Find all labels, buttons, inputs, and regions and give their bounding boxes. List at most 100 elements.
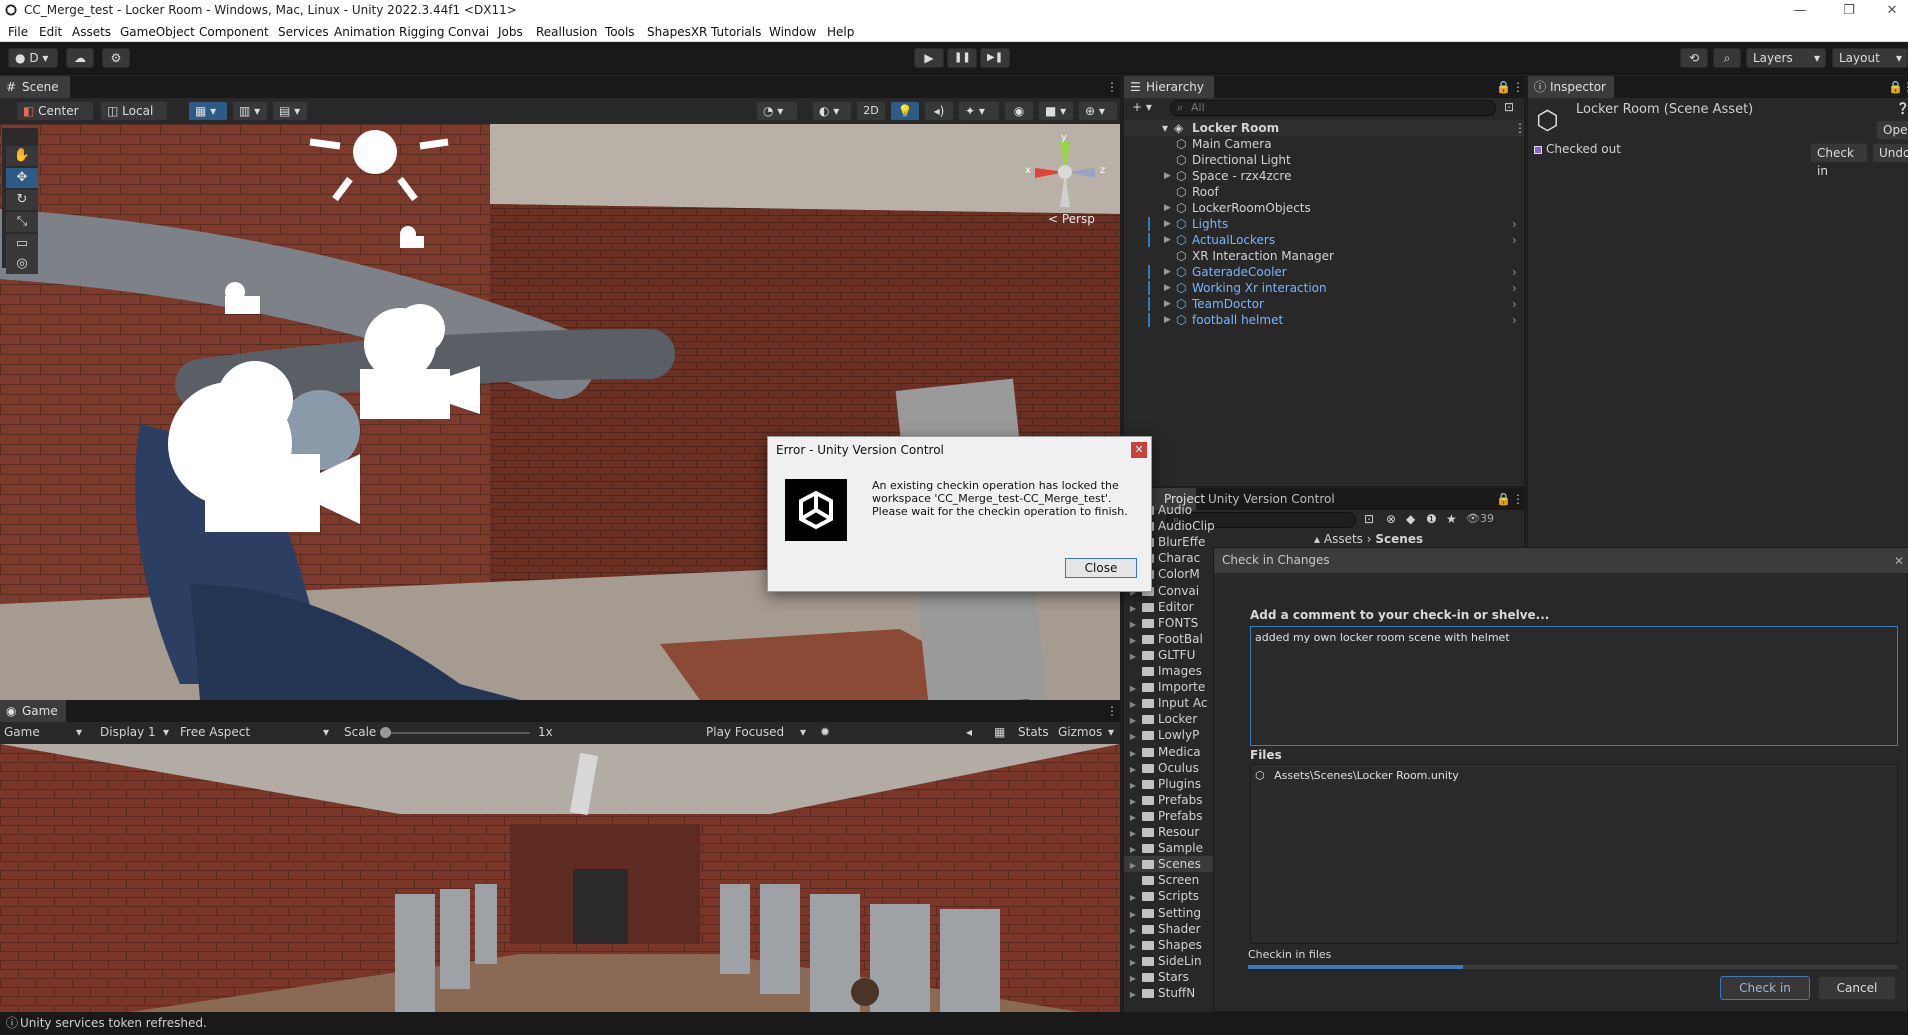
history-button[interactable]: ⟲	[1680, 48, 1708, 68]
scene-search-icon[interactable]: ⊡	[1504, 100, 1514, 114]
checkin-button[interactable]: Check in	[1720, 976, 1810, 1000]
gizmos-scene-button[interactable]: ⊕ ▾	[1078, 101, 1118, 121]
expand-arrow-icon[interactable]: ▶	[1124, 939, 1142, 953]
grid-icon[interactable]: ▦	[994, 725, 1005, 739]
expand-arrow-icon[interactable]: ▶	[1124, 794, 1142, 808]
expand-arrow-icon[interactable]: ▶	[1124, 923, 1142, 937]
expand-arrow-icon[interactable]: ▶	[1164, 312, 1171, 328]
chevron-right-icon[interactable]: ›	[1512, 296, 1517, 312]
bug-icon[interactable]: ✹	[820, 725, 830, 739]
hierarchy-item[interactable]: ⬡ Directional Light	[1124, 152, 1524, 168]
project-folder-item[interactable]: ▶ Editor	[1124, 599, 1214, 615]
hierarchy-item[interactable]: ⬡ XR Interaction Manager	[1124, 248, 1524, 264]
scale-slider[interactable]	[380, 727, 530, 738]
hand-tool-icon[interactable]: ✋	[6, 146, 38, 166]
move-tool-icon[interactable]: ✥	[6, 168, 38, 188]
expand-arrow-icon[interactable]: ▶	[1124, 907, 1142, 921]
hierarchy-item[interactable]: ▶ ⬡ Space - rzx4zcre	[1124, 168, 1524, 184]
expand-arrow-icon[interactable]: ▶	[1164, 264, 1171, 280]
project-folder-item[interactable]: ▶ Shapes	[1124, 937, 1214, 953]
step-button[interactable]: ▶❚	[980, 48, 1010, 68]
kebab-menu-icon[interactable]: ⋮	[1512, 80, 1524, 94]
grid-plane-button[interactable]: ▤ ▾	[272, 101, 308, 121]
expand-arrow-icon[interactable]: ▶	[1124, 729, 1142, 743]
hierarchy-item[interactable]: ▶ ⬡ LockerRoomObjects	[1124, 200, 1524, 216]
project-folder-item[interactable]: ▶ Prefabs	[1124, 792, 1214, 808]
tab-game[interactable]: ◉ Game	[0, 700, 66, 722]
audio-mute-icon[interactable]: ◂	[966, 725, 972, 739]
kebab-menu-icon[interactable]: ⋮	[1512, 492, 1524, 506]
cloud-button[interactable]: ☁	[66, 48, 94, 68]
game-mode-dropdown[interactable]: Game	[4, 725, 40, 739]
project-folder-item[interactable]: ▶ Stars	[1124, 969, 1214, 985]
kebab-menu-icon[interactable]: ⋮	[1106, 80, 1118, 94]
hierarchy-item[interactable]: ▶ ⬡ football helmet ›	[1124, 312, 1524, 328]
expand-arrow-icon[interactable]: ▶	[1124, 955, 1142, 969]
menu-animation-rigging[interactable]: Animation Rigging	[334, 25, 444, 39]
project-folder-item[interactable]: ▶ Resour	[1124, 824, 1214, 840]
audio-toggle[interactable]: ◂)	[924, 101, 954, 121]
project-folder-item[interactable]: ▶ Oculus	[1124, 760, 1214, 776]
toggle-2d-button[interactable]: 2D	[856, 101, 886, 121]
projection-label[interactable]: < Persp	[1048, 212, 1095, 226]
search-button[interactable]: ⌕	[1713, 48, 1741, 68]
expand-arrow-icon[interactable]: ▶	[1124, 971, 1142, 985]
project-folder-item[interactable]: ▶ FootBal	[1124, 631, 1214, 647]
project-folder-item[interactable]: Images	[1124, 663, 1214, 679]
project-folder-item[interactable]: ▶ FONTS	[1124, 615, 1214, 631]
close-window-button[interactable]: ✕	[1872, 1, 1908, 21]
expand-arrow-icon[interactable]: ▶	[1124, 649, 1142, 663]
star-icon[interactable]: ★	[1446, 512, 1457, 526]
display-dropdown[interactable]: Display 1	[100, 725, 156, 739]
menu-file[interactable]: File	[8, 25, 28, 39]
expand-arrow-icon[interactable]: ▶	[1164, 280, 1171, 296]
camera-settings-button[interactable]: ■ ▾	[1038, 101, 1074, 121]
effects-dropdown[interactable]: ✦ ▾	[958, 101, 1000, 121]
tab-scene[interactable]: # Scene	[0, 76, 70, 98]
breadcrumb-scenes[interactable]: Scenes	[1375, 532, 1423, 546]
project-folder-item[interactable]: ▶ Scripts	[1124, 888, 1214, 904]
kebab-menu-icon[interactable]: ⋮	[1902, 80, 1908, 94]
project-folder-item[interactable]: ▶ GLTFU	[1124, 647, 1214, 663]
layout-dropdown[interactable]: Layout ▾	[1832, 48, 1908, 68]
search-by-label-icon[interactable]: ⊗	[1386, 512, 1396, 526]
stats-button[interactable]: Stats	[1018, 725, 1049, 739]
tab-unity-version-control[interactable]: Unity Version Control	[1200, 488, 1360, 510]
scale-tool-icon[interactable]: ⤡	[6, 212, 38, 232]
project-folder-item[interactable]: ▶ Input Ac	[1124, 695, 1214, 711]
maximize-button[interactable]: ❐	[1829, 1, 1869, 21]
expand-arrow-icon[interactable]: ▶	[1124, 762, 1142, 776]
hierarchy-root-row[interactable]: ▾ ◈ Locker Room ⋮	[1124, 120, 1526, 136]
tag-icon[interactable]: ◆	[1406, 512, 1415, 526]
error-close-button[interactable]: Close	[1065, 558, 1137, 578]
menu-services[interactable]: Services	[278, 25, 329, 39]
shading-button[interactable]: ◐ ▾	[812, 101, 852, 121]
chevron-right-icon[interactable]: ›	[1512, 264, 1517, 280]
expand-arrow-icon[interactable]: ▶	[1124, 617, 1142, 631]
hierarchy-search-input[interactable]: ⌕ All	[1170, 100, 1496, 116]
menu-reallusion[interactable]: Reallusion	[536, 25, 597, 39]
expand-arrow-icon[interactable]: ▶	[1124, 778, 1142, 792]
hierarchy-item[interactable]: ▶ ⬡ ActualLockers ›	[1124, 232, 1524, 248]
snap-increment-button[interactable]: ▥ ▾	[232, 101, 268, 121]
inspector-checkin-button[interactable]: Check in	[1810, 143, 1868, 178]
expand-arrow-icon[interactable]: ▶	[1124, 826, 1142, 840]
chevron-right-icon[interactable]: ›	[1512, 216, 1517, 232]
expand-arrow-icon[interactable]: ▾	[1162, 120, 1168, 136]
expand-arrow-icon[interactable]: ▶	[1164, 296, 1171, 312]
menu-jobs[interactable]: Jobs	[498, 25, 523, 39]
layers-dropdown[interactable]: Layers ▾	[1746, 48, 1826, 68]
expand-arrow-icon[interactable]: ▶	[1124, 987, 1142, 1001]
project-folder-item[interactable]: ▶ StuffN	[1124, 985, 1214, 1001]
hierarchy-item[interactable]: ⬡ Main Camera	[1124, 136, 1524, 152]
tab-inspector[interactable]: ⓘ Inspector	[1528, 76, 1614, 98]
lock-icon[interactable]: 🔒	[1496, 492, 1511, 506]
cancel-button[interactable]: Cancel	[1818, 976, 1896, 1000]
hierarchy-item[interactable]: ▶ ⬡ Working Xr interaction ›	[1124, 280, 1524, 296]
expand-arrow-icon[interactable]: ▶	[1124, 681, 1142, 695]
hierarchy-item[interactable]: ▶ ⬡ TeamDoctor ›	[1124, 296, 1524, 312]
account-dropdown[interactable]: ● D ▾	[8, 48, 58, 68]
minimize-button[interactable]: —	[1780, 1, 1820, 21]
expand-arrow-icon[interactable]: ▶	[1164, 216, 1171, 232]
menu-gameobject[interactable]: GameObject	[120, 25, 195, 39]
